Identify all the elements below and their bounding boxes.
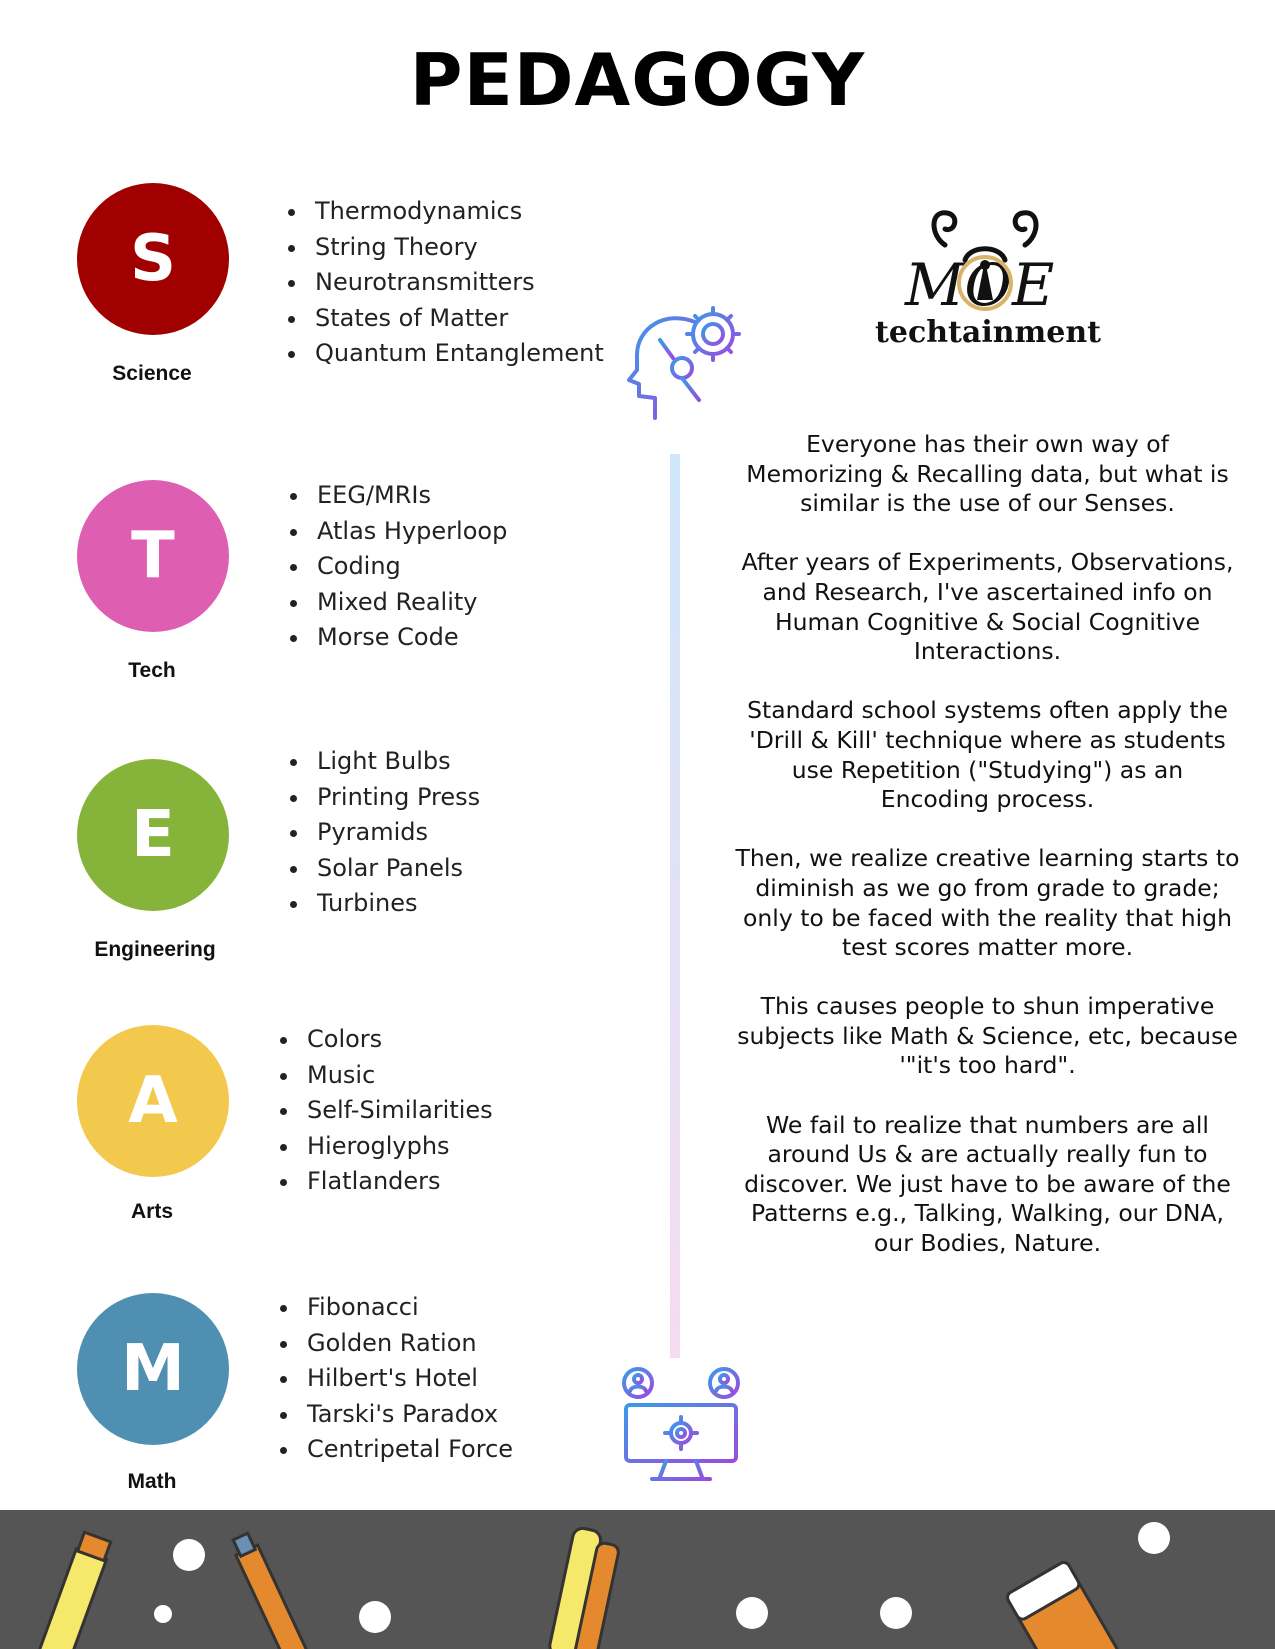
list-item: Thermodynamics [309,194,604,230]
list-item: Music [301,1058,493,1094]
list-item: Neurotransmitters [309,265,604,301]
math-letter: M [121,1332,185,1406]
list-item: States of Matter [309,301,604,337]
paragraph: Standard school systems often apply the … [747,696,1228,814]
list-item: Solar Panels [311,851,480,887]
eraser-icon [1006,1561,1121,1649]
list-item: Colors [301,1022,493,1058]
list-item: Light Bulbs [311,744,480,780]
science-label: Science [112,362,192,385]
list-item: Tarski's Paradox [301,1397,513,1433]
list-item: Fibonacci [301,1290,513,1326]
paragraph: This causes people to shun imperative su… [737,992,1238,1080]
pen-icon [231,1531,311,1649]
list-item: Atlas Hyperloop [311,514,507,550]
math-topics: Fibonacci Golden Ration Hilbert's Hotel … [275,1290,513,1468]
list-item: Pyramids [311,815,480,851]
tech-label: Tech [128,659,176,682]
list-item: Hilbert's Hotel [301,1361,513,1397]
arts-topics: Colors Music Self-Similarities Hieroglyp… [275,1022,493,1200]
engineering-topics: Light Bulbs Printing Press Pyramids Sola… [285,744,480,922]
paragraph: After years of Experiments, Observations… [741,548,1234,666]
list-item: Morse Code [311,620,507,656]
list-item: Centripetal Force [301,1432,513,1468]
tech-circle: T [77,480,229,632]
stapler-icon [548,1526,620,1649]
paragraph: We fail to realize that numbers are all … [744,1110,1231,1258]
robot-head-gear-icon [627,306,741,420]
math-label: Math [127,1470,177,1493]
list-item: Self-Similarities [301,1093,493,1129]
description-text: Everyone has their own way of Memorizing… [735,430,1240,1288]
logo-emblem-icon: MOE [904,210,1054,319]
engineering-letter: E [131,798,175,872]
list-item: Hieroglyphs [301,1129,493,1165]
paragraph: Then, we realize creative learning start… [735,844,1240,962]
arts-label: Arts [130,1200,173,1223]
stationery-icons [33,1522,1170,1649]
moe-techtainment-logo: MOE techtainment [875,205,1102,365]
science-topics: Thermodynamics String Theory Neurotransm… [283,194,604,372]
tech-letter: T [131,519,175,593]
timeline-divider [670,454,680,1358]
list-item: Printing Press [311,780,480,816]
list-item: Turbines [311,886,480,922]
footer-decoration [0,1510,1275,1649]
logo-text: techtainment [875,315,1102,350]
science-circle: S [77,183,229,335]
list-item: Golden Ration [301,1326,513,1362]
highlighter-icon [33,1530,113,1649]
list-item: EEG/MRIs [311,478,507,514]
engineering-circle: E [77,759,229,911]
tech-topics: EEG/MRIs Atlas Hyperloop Coding Mixed Re… [285,478,507,656]
paragraph: Everyone has their own way of Memorizing… [746,430,1229,518]
list-item: Mixed Reality [311,585,507,621]
engineering-label: Engineering [94,938,216,961]
arts-letter: A [128,1064,178,1138]
page-title: PEDAGOGY [409,38,866,122]
computer-network-gear-icon [622,1367,740,1481]
list-item: Coding [311,549,507,585]
arts-circle: A [77,1025,229,1177]
list-item: String Theory [309,230,604,266]
list-item: Quantum Entanglement [309,336,604,372]
list-item: Flatlanders [301,1164,493,1200]
science-letter: S [129,222,177,296]
math-circle: M [77,1293,229,1445]
